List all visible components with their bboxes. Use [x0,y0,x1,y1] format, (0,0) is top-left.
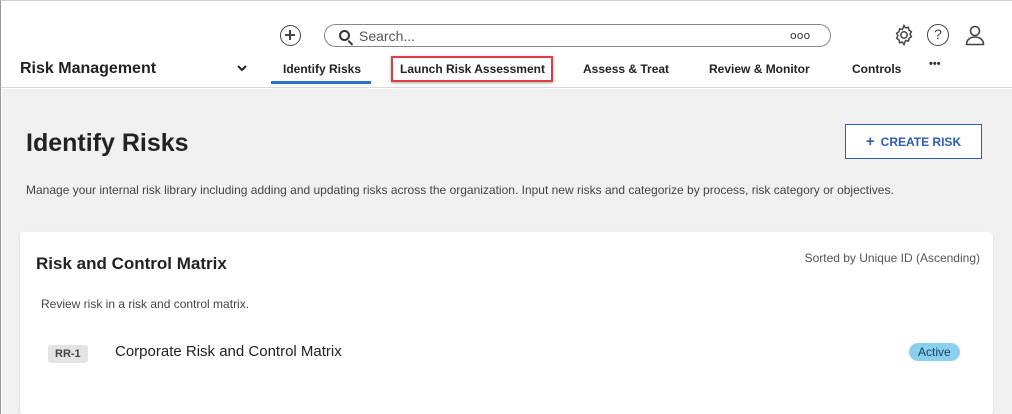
tab-review-monitor[interactable]: Review & Monitor [709,62,810,76]
tab-assess-treat[interactable]: Assess & Treat [583,62,669,76]
card-title: Risk and Control Matrix [36,254,227,273]
more-tabs-icon[interactable]: ••• [929,58,941,70]
create-risk-button[interactable]: + CREATE RISK [845,124,982,159]
sort-label[interactable]: Sorted by Unique ID (Ascending) [805,251,980,265]
create-risk-label: CREATE RISK [880,134,962,149]
gear-icon[interactable] [892,23,916,47]
app-title[interactable]: Risk Management [20,60,156,78]
top-bar: ooo ? [1,1,1012,53]
more-options-icon[interactable]: ooo [790,29,810,42]
main-content: Identify Risks + CREATE RISK Manage your … [2,89,1012,414]
matrix-name[interactable]: Corporate Risk and Control Matrix [115,343,342,360]
search-icon [339,30,350,41]
page-title: Identify Risks [26,129,189,157]
user-icon[interactable] [963,23,987,47]
page-description: Manage your internal risk library includ… [26,183,894,197]
status-badge: Active [909,343,960,361]
chevron-down-icon[interactable] [235,61,249,75]
tab-launch-risk-assessment[interactable]: Launch Risk Assessment [400,62,545,76]
add-circle-icon[interactable] [280,25,301,46]
search-input[interactable] [359,27,659,44]
active-tab-indicator [271,81,371,84]
card-description: Review risk in a risk and control matrix… [41,297,250,311]
help-icon[interactable]: ? [927,24,949,46]
unique-id-badge: RR-1 [48,345,88,363]
plus-icon: + [865,132,875,150]
module-nav: Risk Management Identify Risks Launch Ri… [1,53,1012,88]
list-item[interactable]: RR-1 Corporate Risk and Control Matrix A… [20,330,993,370]
matrix-card: Risk and Control Matrix Sorted by Unique… [20,232,993,414]
tab-controls[interactable]: Controls [852,62,901,76]
app-frame: ooo ? Risk Management Identify Risks Lau… [0,0,1012,414]
tab-identify-risks[interactable]: Identify Risks [283,62,361,76]
search-bar[interactable]: ooo [324,24,831,47]
